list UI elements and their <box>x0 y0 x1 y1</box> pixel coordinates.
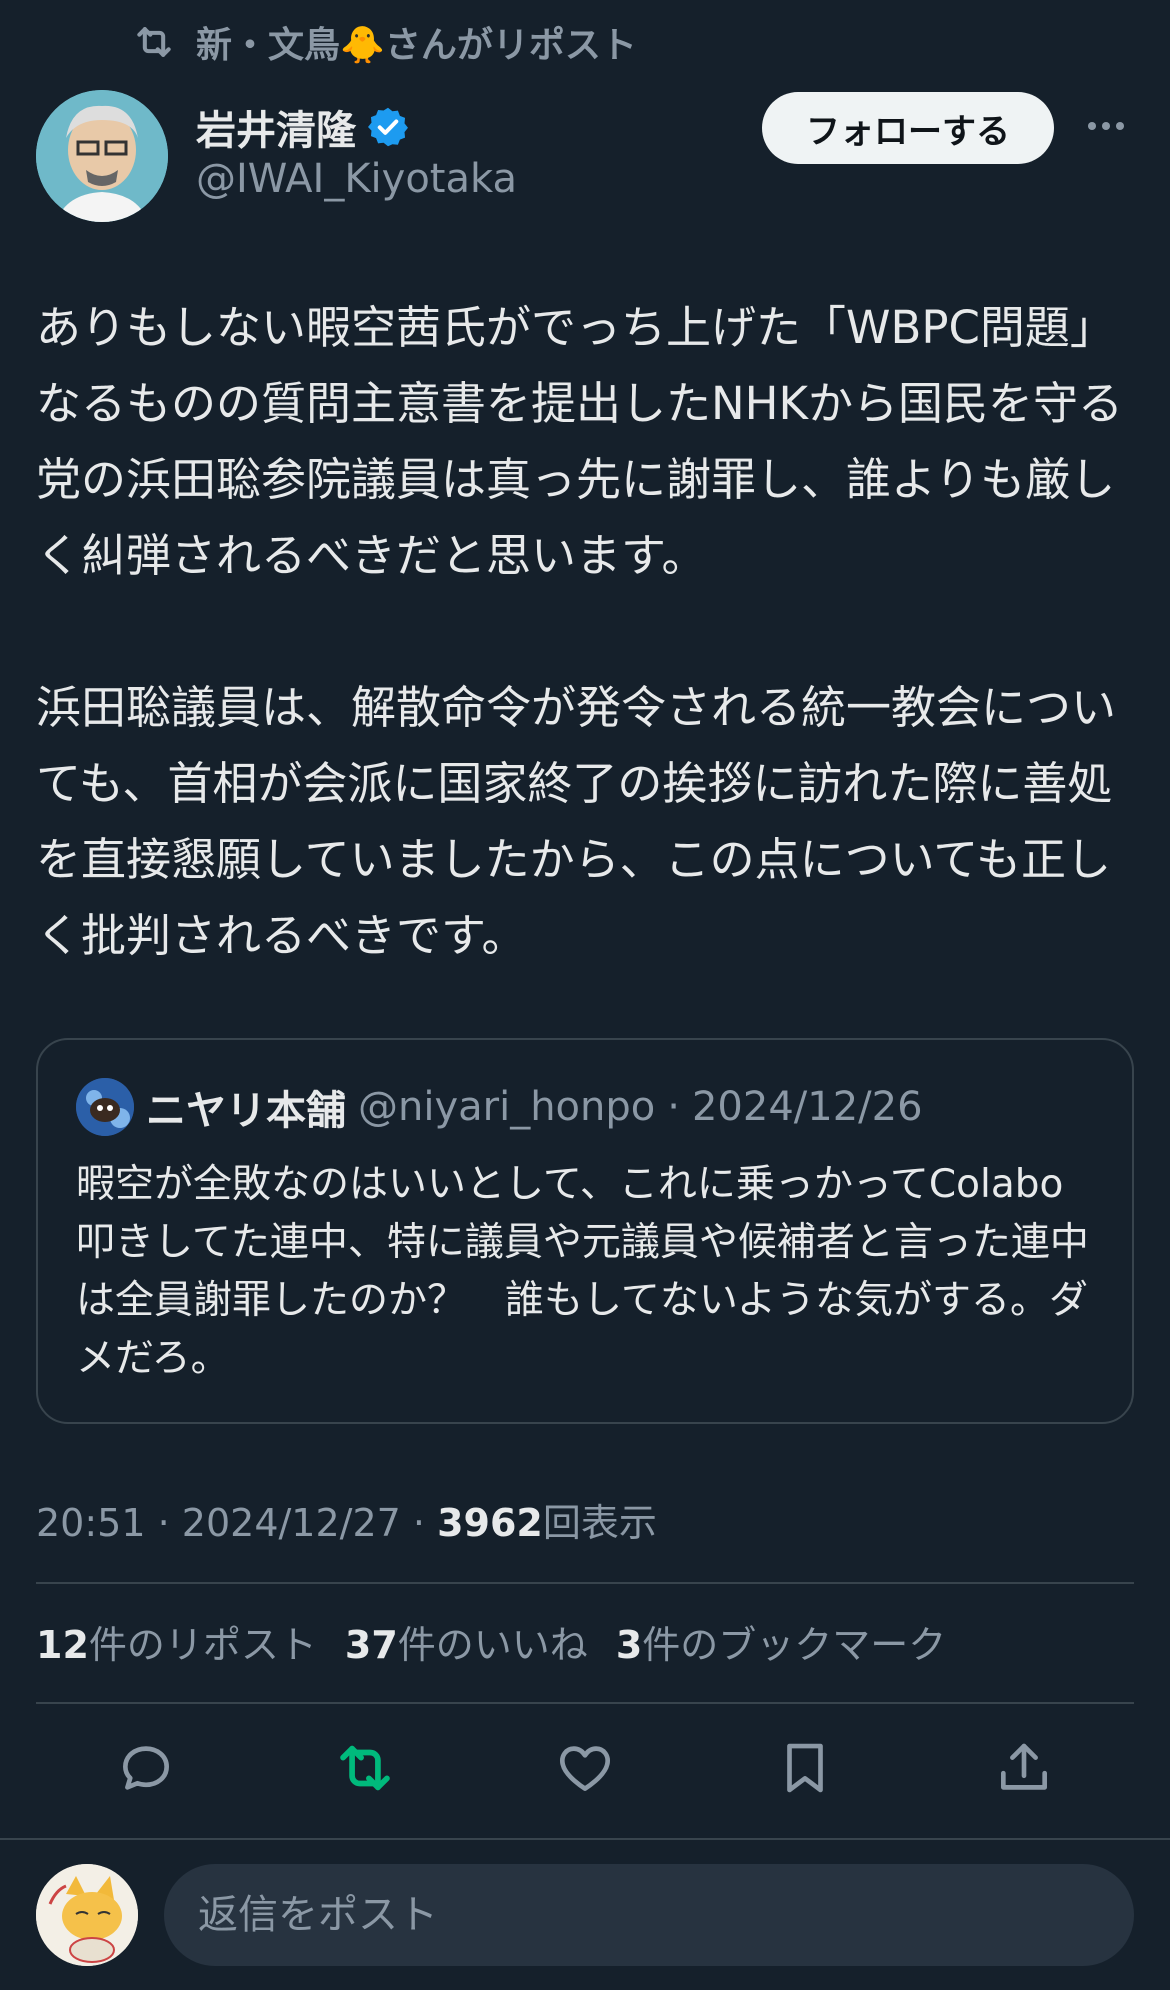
bookmark-button[interactable] <box>767 1730 843 1806</box>
quoted-tweet[interactable]: ニヤリ本舗 @niyari_honpo · 2024/12/26 暇空が全敗なの… <box>36 1038 1134 1424</box>
bookmark-count[interactable]: 3件のブックマーク <box>616 1614 946 1669</box>
like-icon <box>560 1746 610 1791</box>
view-count-label: 回表示 <box>542 1501 657 1545</box>
current-user-avatar[interactable] <box>36 1864 138 1966</box>
like-count[interactable]: 37件のいいね <box>345 1614 588 1669</box>
like-button[interactable] <box>547 1730 623 1806</box>
repost-button[interactable] <box>327 1730 403 1806</box>
repost-icon <box>340 1745 391 1791</box>
tweet-time[interactable]: 20:51 <box>36 1501 146 1545</box>
quoted-date: 2024/12/26 <box>691 1084 923 1130</box>
repost-count[interactable]: 12件のリポスト <box>36 1614 317 1669</box>
verified-badge-icon <box>368 107 408 147</box>
reply-button[interactable] <box>108 1730 184 1806</box>
author-handle[interactable]: @IWAI_Kiyotaka <box>196 156 517 202</box>
quoted-author-avatar <box>76 1078 134 1136</box>
repost-icon <box>137 27 171 57</box>
follow-button[interactable]: フォローする <box>762 92 1054 164</box>
share-icon <box>1001 1743 1048 1790</box>
tweet-header: 岩井清隆 @IWAI_Kiyotaka フォローする <box>36 90 1134 224</box>
quoted-author-name: ニヤリ本舗 <box>146 1088 346 1134</box>
quoted-author-handle: @niyari_honpo <box>358 1084 656 1130</box>
share-button[interactable] <box>986 1730 1062 1806</box>
divider <box>0 1838 1170 1840</box>
bookmark-icon <box>786 1743 823 1793</box>
divider <box>36 1702 1134 1704</box>
divider <box>36 1582 1134 1584</box>
author-avatar[interactable] <box>36 90 168 222</box>
quoted-tweet-text: 暇空が全敗なのはいいとして、これに乗っかってColabo叩きしてた連中、特に議員… <box>76 1162 1089 1381</box>
more-options-icon[interactable] <box>1078 104 1134 148</box>
tweet-text: ありもしない暇空茜氏がでっち上げた「WBPC問題」なるものの質問主意書を提出した… <box>36 301 1124 962</box>
quoted-separator: · <box>667 1084 680 1130</box>
quoted-tweet-header: ニヤリ本舗 @niyari_honpo · 2024/12/26 <box>76 1078 923 1136</box>
author-name[interactable]: 岩井清隆 <box>196 98 356 156</box>
tweet-date[interactable]: 2024/12/27 <box>182 1501 401 1545</box>
engagement-stats: 12件のリポスト 37件のいいね 3件のブックマーク <box>36 1614 946 1669</box>
reply-input[interactable] <box>164 1864 1134 1966</box>
action-bar <box>36 1730 1134 1806</box>
author-name-row[interactable]: 岩井清隆 <box>196 98 410 156</box>
repost-context-text: 新・文鳥🐥さんがリポスト <box>196 25 637 66</box>
view-count: 3962 <box>437 1501 543 1545</box>
tweet-meta: 20:51 · 2024/12/27 · 3962回表示 <box>36 1501 657 1545</box>
reply-icon <box>122 1746 169 1790</box>
repost-context[interactable]: 新・文鳥🐥さんがリポスト <box>132 18 637 66</box>
